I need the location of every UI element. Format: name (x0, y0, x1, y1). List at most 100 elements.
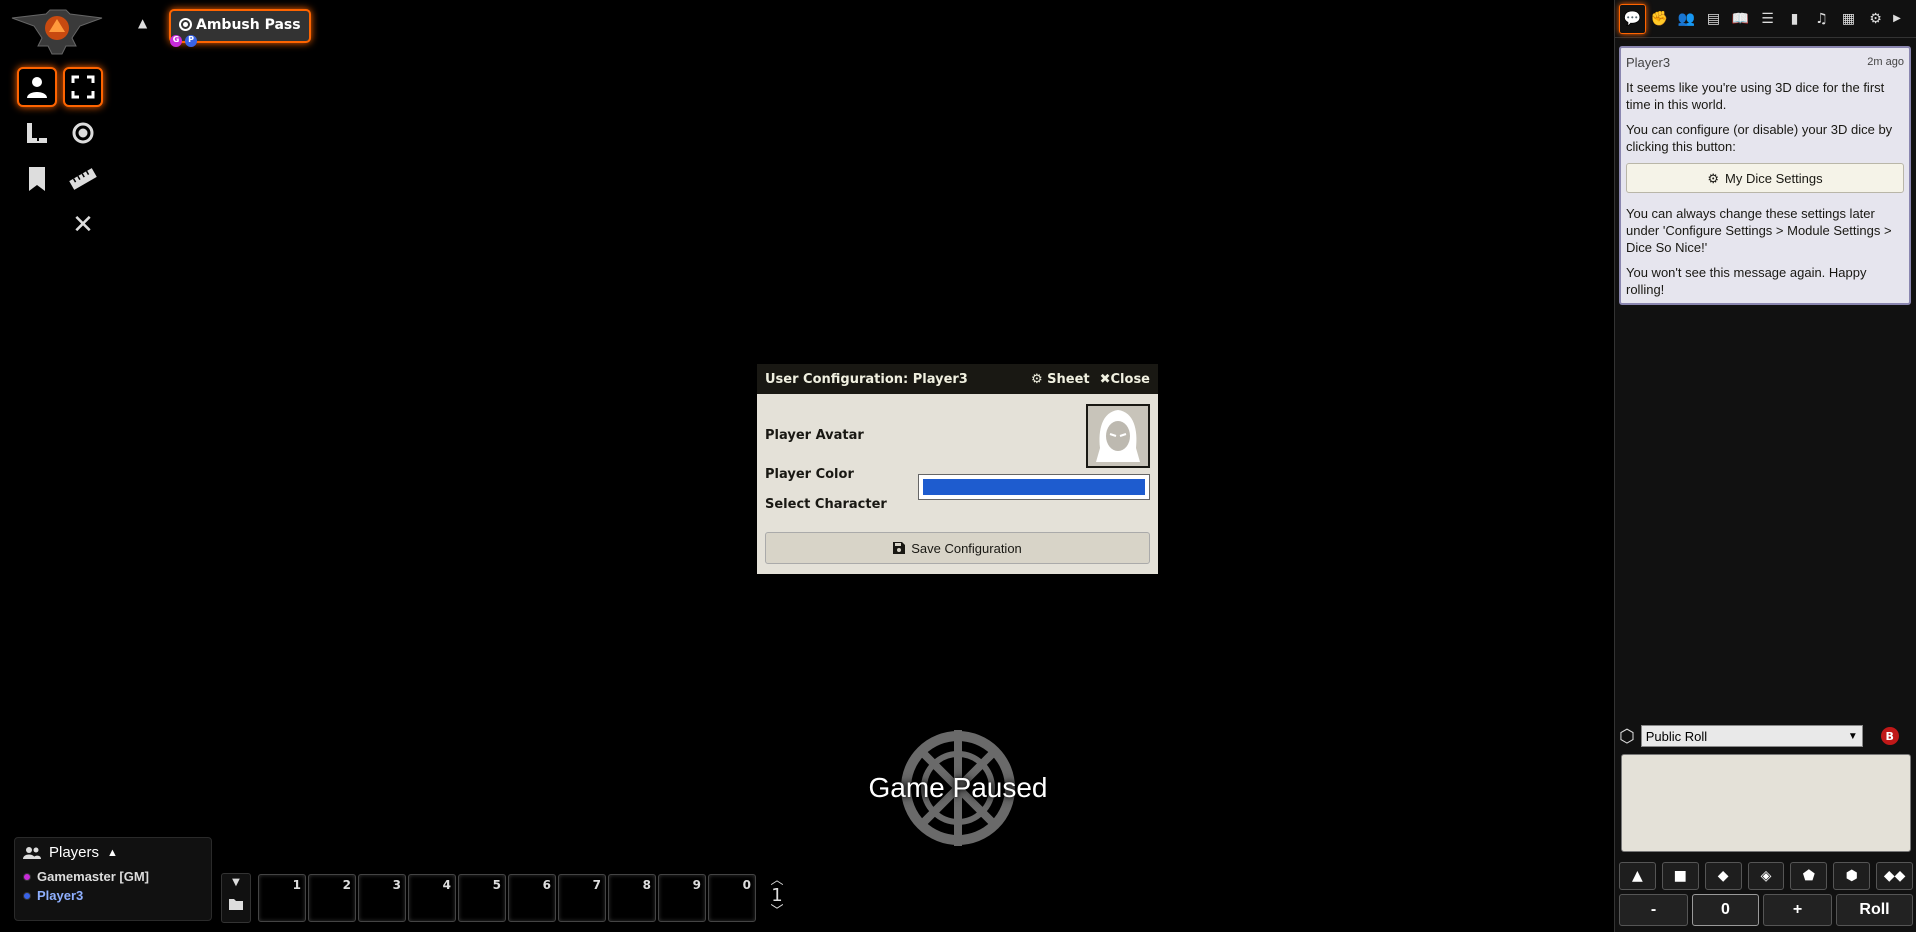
users-icon: 👥 (1677, 10, 1696, 27)
sheet-label: Sheet (1047, 371, 1090, 387)
hotbar-slot[interactable]: 1 (258, 874, 306, 922)
hotbar-slot[interactable]: 3 (358, 874, 406, 922)
modifier-value[interactable]: 0 (1692, 894, 1759, 926)
tab-cards[interactable]: ▮ (1781, 4, 1808, 34)
close-button[interactable]: ✖Close (1100, 372, 1150, 387)
d10-button[interactable]: ◈ (1747, 862, 1785, 890)
save-icon (893, 542, 906, 554)
hotbar-slot[interactable]: 6 (508, 874, 556, 922)
tab-tables[interactable]: ☰ (1754, 4, 1781, 34)
select-character-label: Select Character (765, 497, 887, 512)
sidebar-tabs: 💬 ✊ 👥 ▤ 📖 ☰ ▮ ♫ ▦ ⚙ ▶ (1615, 0, 1916, 38)
dice-tray: ▲ ■ ◆ ◈ ⬟ ⬢ ◆◆ (1619, 862, 1914, 890)
slot-number: 7 (592, 878, 601, 892)
d6-icon: ■ (1673, 868, 1687, 884)
close-label: Close (1110, 371, 1150, 387)
chevron-down-icon: ▼ (1847, 730, 1858, 742)
player-item[interactable]: Player3 (23, 888, 203, 903)
tab-playlists[interactable]: ♫ (1808, 4, 1835, 34)
macro-directory-toggle-icon[interactable]: ▼ (222, 877, 250, 888)
message-author: Player3 (1626, 55, 1671, 70)
chevron-up-icon: ▲ (107, 846, 118, 859)
hotbar-slot[interactable]: 0 (708, 874, 756, 922)
modifier-plus-button[interactable]: + (1763, 894, 1832, 926)
players-header[interactable]: Players ▲ (23, 844, 203, 861)
tab-journal[interactable]: 📖 (1727, 4, 1754, 34)
measure-tool-button[interactable] (17, 113, 57, 153)
hotbar-page-control: ︿ 1 ﹀ (761, 874, 793, 922)
d6-button[interactable]: ■ (1661, 862, 1699, 890)
my-dice-settings-button[interactable]: ⚙ My Dice Settings (1626, 163, 1904, 193)
sheet-button[interactable]: ⚙ Sheet (1031, 372, 1090, 387)
player-name: Player3 (37, 888, 84, 903)
player-avatar[interactable] (1086, 404, 1150, 468)
notes-tool-button[interactable] (17, 159, 57, 199)
users-icon (23, 846, 41, 859)
modifier-minus-button[interactable]: - (1619, 894, 1688, 926)
hotbar-slot[interactable]: 8 (608, 874, 656, 922)
hotbar-slot[interactable]: 4 (408, 874, 456, 922)
tab-items[interactable]: ▤ (1700, 4, 1727, 34)
ruler-tool-button[interactable] (63, 159, 103, 199)
player-pip-gm: G (170, 35, 182, 47)
clear-tool-button[interactable]: ✕ (63, 205, 103, 245)
d100-button[interactable]: ◆◆ (1876, 862, 1914, 890)
player-color-picker[interactable] (918, 474, 1150, 500)
roll-mode-value: Public Roll (1645, 728, 1708, 744)
user-icon (27, 77, 47, 98)
hotbar-slot[interactable]: 2 (308, 874, 356, 922)
tab-combat[interactable]: ✊ (1646, 4, 1673, 34)
d100-icon: ◆◆ (1883, 868, 1906, 884)
dialog-title: User Configuration: Player3 (765, 371, 968, 387)
tab-settings[interactable]: ⚙ (1862, 4, 1889, 34)
fist-icon: ✊ (1650, 10, 1669, 27)
target-tool-button[interactable] (63, 113, 103, 153)
chevron-down-icon[interactable]: ﹀ (761, 905, 793, 918)
roll-mode-select[interactable]: Public Roll ▼ (1640, 725, 1863, 747)
foundry-logo[interactable] (10, 8, 104, 56)
sidebar: 💬 ✊ 👥 ▤ 📖 ☰ ▮ ♫ ▦ ⚙ ▶ Player3 2m ago It … (1614, 0, 1916, 932)
save-configuration-button[interactable]: Save Configuration (765, 532, 1150, 564)
message-text: It seems like you're using 3D dice for t… (1626, 80, 1885, 112)
gear-icon: ⚙ (1030, 371, 1043, 387)
player-color-swatch (923, 479, 1145, 495)
d8-button[interactable]: ◆ (1704, 862, 1742, 890)
tab-actors[interactable]: 👥 (1673, 4, 1700, 34)
my-dice-settings-label: My Dice Settings (1725, 170, 1823, 186)
player-item[interactable]: Gamemaster [GM] (23, 869, 203, 884)
message-timestamp: 2m ago (1867, 56, 1904, 68)
target-icon (179, 18, 192, 31)
roll-button[interactable]: Roll (1836, 894, 1913, 926)
player-color-dot (23, 891, 31, 900)
message-text: You can always change these settings lat… (1626, 206, 1892, 255)
hotbar-slot[interactable]: 7 (558, 874, 606, 922)
dice-tray-icon[interactable]: ⬡ (1619, 726, 1635, 747)
bold-icon[interactable]: B (1880, 727, 1899, 745)
hotbar-slot[interactable]: 9 (658, 874, 706, 922)
tab-compendium[interactable]: ▦ (1835, 4, 1862, 34)
fullscreen-button[interactable] (63, 67, 103, 107)
dialog-header[interactable]: User Configuration: Player3 ⚙ Sheet ✖Clo… (757, 364, 1158, 394)
player-pip-player3: P (185, 35, 197, 47)
chat-message-input[interactable] (1621, 754, 1911, 852)
hotbar-slot[interactable]: 5 (458, 874, 506, 922)
token-controls-button[interactable] (17, 67, 57, 107)
player-color-label: Player Color (765, 467, 854, 482)
d20-button[interactable]: ⬢ (1833, 862, 1871, 890)
sidebar-collapse[interactable]: ▶ (1889, 4, 1905, 34)
suitcase-icon: ▤ (1706, 10, 1721, 27)
user-config-dialog: User Configuration: Player3 ⚙ Sheet ✖Clo… (757, 364, 1158, 574)
d4-button[interactable]: ▲ (1619, 862, 1656, 890)
tab-chat[interactable]: 💬 (1619, 3, 1646, 34)
players-list: Players ▲ Gamemaster [GM] Player3 (14, 837, 212, 921)
dialog-body: Player Avatar Player Color Select Charac… (757, 394, 1158, 574)
music-icon: ♫ (1815, 10, 1828, 27)
scene-nav-toggle-icon[interactable]: ▲ (138, 16, 147, 30)
d12-button[interactable]: ⬟ (1790, 862, 1828, 890)
scene-name: Ambush Pass (196, 17, 301, 33)
folder-icon[interactable] (222, 898, 250, 914)
slot-number: 8 (642, 878, 651, 892)
bookmark-icon (29, 167, 45, 191)
close-icon: ✕ (72, 210, 94, 240)
th-list-icon: ☰ (1761, 10, 1774, 27)
